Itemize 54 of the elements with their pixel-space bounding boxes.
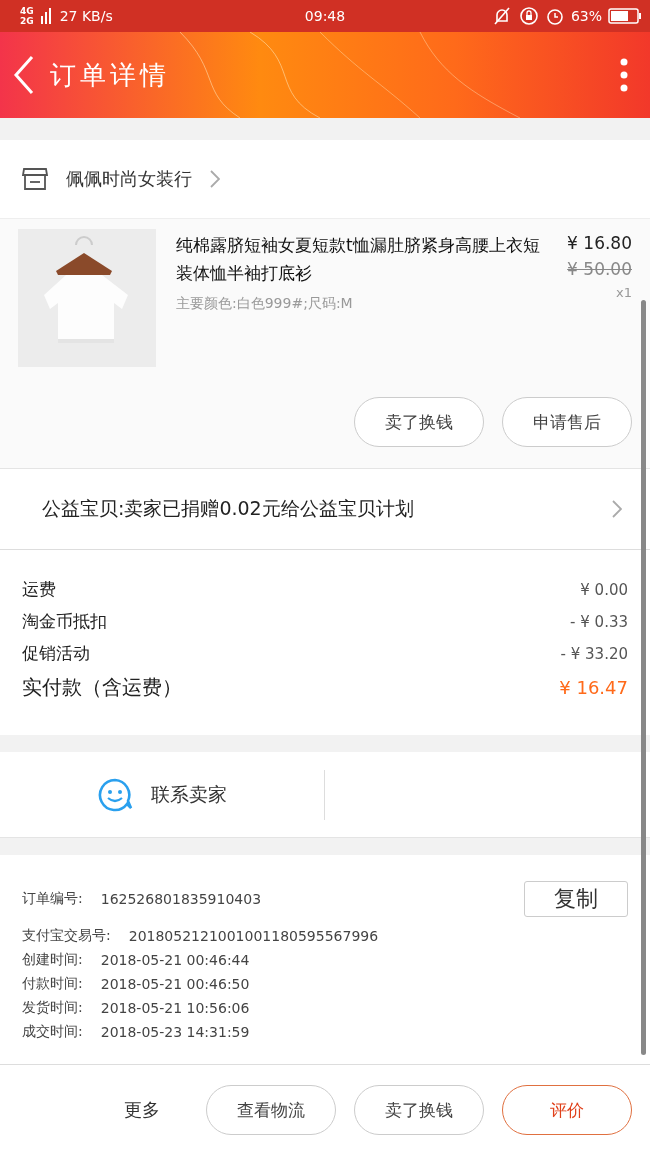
- network-label: 4G: [20, 6, 34, 16]
- shop-name: 佩佩时尚女装行: [66, 167, 192, 191]
- info-label: 支付宝交易号:: [22, 927, 111, 945]
- info-value: 2018-05-21 00:46:44: [100, 952, 250, 968]
- bottom-action-button[interactable]: 查看物流: [206, 1085, 336, 1135]
- more-menu-button[interactable]: [620, 58, 628, 92]
- price: ¥ 16.80: [567, 233, 632, 253]
- network-speed: 27 KB/s: [59, 8, 113, 24]
- charity-text: 公益宝贝:卖家已捐赠0.02元给公益宝贝计划: [42, 496, 414, 521]
- back-button[interactable]: [12, 55, 36, 95]
- menu-icon: [620, 58, 628, 92]
- info-value: 2018-05-23 14:31:59: [100, 1024, 250, 1040]
- info-label: 成交时间:: [22, 1023, 83, 1041]
- order-number: 162526801835910403: [100, 891, 262, 907]
- copy-button[interactable]: 复制: [524, 881, 628, 917]
- info-label: 订单编号:: [22, 890, 83, 908]
- fee-label: 促销活动: [22, 642, 90, 665]
- fee-label: 运费: [22, 578, 56, 601]
- bottom-action-button[interactable]: 评价: [502, 1085, 632, 1135]
- shop-row[interactable]: 佩佩时尚女装行: [0, 140, 650, 219]
- fee-label: 淘金币抵扣: [22, 610, 107, 633]
- info-label: 创建时间:: [22, 951, 83, 969]
- chevron-right-icon: [612, 500, 622, 518]
- charity-row[interactable]: 公益宝贝:卖家已捐赠0.02元给公益宝贝计划: [0, 469, 650, 550]
- page-title: 订单详情: [50, 58, 171, 92]
- rotation-lock-icon: [518, 6, 539, 26]
- original-price: ¥ 50.00: [567, 259, 632, 279]
- battery-percent: 63%: [570, 8, 602, 24]
- more-button[interactable]: 更多: [118, 1097, 166, 1123]
- network-label: 2G: [20, 16, 34, 26]
- fee-value: - ¥ 33.20: [560, 644, 628, 663]
- info-value: 2018-05-21 00:46:50: [100, 976, 250, 992]
- fee-value: - ¥ 0.33: [570, 612, 628, 631]
- info-value: 2018052121001001180595567996: [128, 928, 379, 944]
- chevron-right-icon: [210, 170, 220, 188]
- fee-value: ¥ 16.47: [559, 677, 628, 698]
- fee-label: 实付款（含运费）: [22, 674, 182, 701]
- fee-value: ¥ 0.00: [580, 580, 628, 599]
- product-action-button[interactable]: 申请售后: [502, 397, 632, 447]
- alarm-icon: [544, 6, 565, 26]
- product-action-button[interactable]: 卖了换钱: [354, 397, 484, 447]
- battery-icon: [608, 7, 642, 25]
- product-title: 纯棉露脐短袖女夏短款t恤漏肚脐紧身高腰上衣短装体恤半袖打底衫: [176, 234, 541, 285]
- info-label: 发货时间:: [22, 999, 83, 1017]
- info-label: 付款时间:: [22, 975, 83, 993]
- info-value: 2018-05-21 10:56:06: [100, 1000, 250, 1016]
- signal-icon: [39, 6, 54, 26]
- store-icon: [22, 167, 48, 191]
- back-icon: [12, 55, 36, 95]
- chat-face-icon: [97, 776, 133, 813]
- product-specs: 主要颜色:白色999#;尺码:M: [176, 295, 354, 313]
- clock: 09:48: [304, 8, 346, 24]
- quantity: x1: [616, 285, 632, 300]
- bottom-action-button[interactable]: 卖了换钱: [354, 1085, 484, 1135]
